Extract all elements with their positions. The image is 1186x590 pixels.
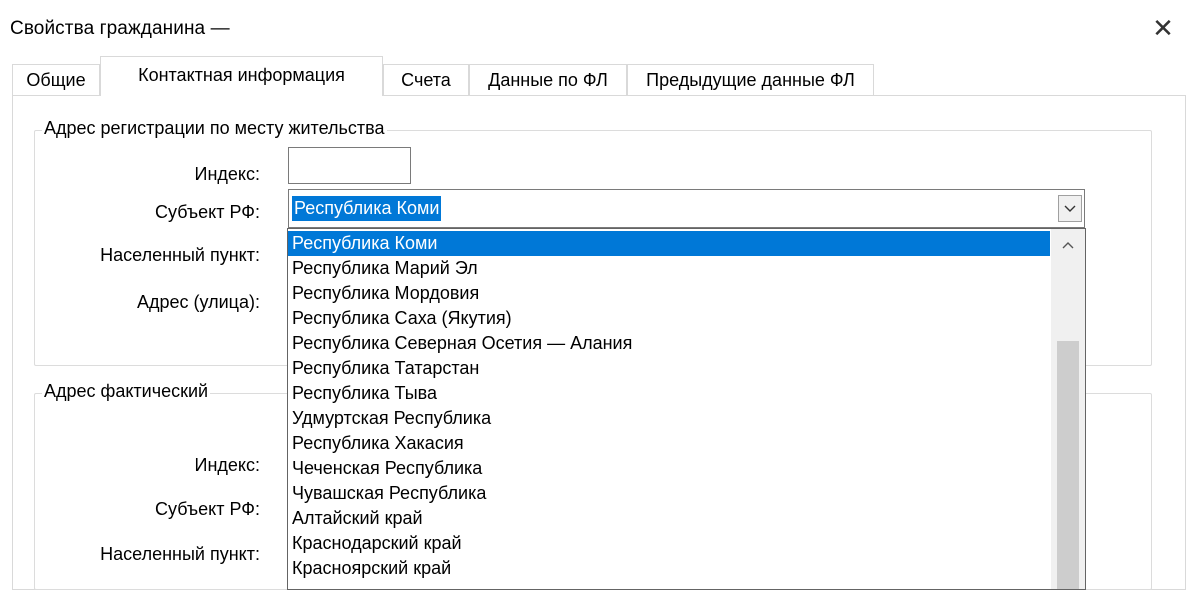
dropdown-item[interactable]: Республика Хакасия — [288, 431, 1050, 456]
subject-dropdown-list[interactable]: Республика Коми Республика Марий Эл Респ… — [287, 228, 1086, 590]
combo-dropdown-button[interactable] — [1058, 195, 1082, 222]
dropdown-item[interactable]: Республика Коми — [288, 231, 1050, 256]
act-index-label: Индекс: — [194, 455, 260, 475]
dropdown-item[interactable]: Чеченская Республика — [288, 456, 1050, 481]
tab-general[interactable]: Общие — [12, 64, 100, 95]
tab-previous-fl-data[interactable]: Предыдущие данные ФЛ — [627, 64, 874, 95]
reg-subject-value: Республика Коми — [292, 196, 442, 221]
dropdown-item[interactable]: Красноярский край — [288, 556, 1050, 581]
close-icon: ✕ — [1152, 13, 1174, 43]
registration-address-title: Адрес регистрации по месту жительства — [42, 118, 387, 139]
reg-subject-label: Субъект РФ: — [155, 202, 260, 222]
dropdown-item[interactable]: Удмуртская Республика — [288, 406, 1050, 431]
dropdown-item[interactable]: Республика Северная Осетия — Алания — [288, 331, 1050, 356]
dropdown-item[interactable]: Республика Саха (Якутия) — [288, 306, 1050, 331]
reg-index-input[interactable] — [288, 147, 411, 184]
tab-accounts[interactable]: Счета — [383, 64, 469, 95]
chevron-down-icon — [1064, 205, 1076, 212]
dropdown-item[interactable]: Республика Мордовия — [288, 281, 1050, 306]
dropdown-item[interactable]: Алтайский край — [288, 506, 1050, 531]
tab-strip: Общие Контактная информация Счета Данные… — [12, 56, 1186, 96]
chevron-up-icon — [1062, 242, 1074, 249]
dropdown-item[interactable]: Краснодарский край — [288, 531, 1050, 556]
dropdown-item[interactable]: Республика Татарстан — [288, 356, 1050, 381]
dropdown-scrollbar[interactable] — [1051, 229, 1085, 589]
close-button[interactable]: ✕ — [1148, 10, 1178, 46]
tab-fl-data[interactable]: Данные по ФЛ — [469, 64, 627, 95]
reg-street-label: Адрес (улица): — [136, 292, 260, 312]
scroll-up-button[interactable] — [1051, 229, 1085, 261]
dropdown-item[interactable]: Республика Марий Эл — [288, 256, 1050, 281]
act-subject-label: Субъект РФ: — [155, 499, 260, 519]
tab-contact-info[interactable]: Контактная информация — [100, 56, 383, 96]
reg-index-label: Индекс: — [194, 164, 260, 184]
window-title: Свойства гражданина — — [10, 18, 230, 39]
act-locality-label: Населенный пункт: — [100, 544, 260, 564]
dropdown-item[interactable]: Чувашская Республика — [288, 481, 1050, 506]
reg-subject-combobox[interactable]: Республика Коми — [288, 189, 1085, 228]
actual-address-title: Адрес фактический — [42, 381, 211, 402]
reg-locality-label: Населенный пункт: — [100, 245, 260, 265]
scroll-thumb[interactable] — [1057, 341, 1079, 589]
dropdown-item[interactable]: Республика Тыва — [288, 381, 1050, 406]
